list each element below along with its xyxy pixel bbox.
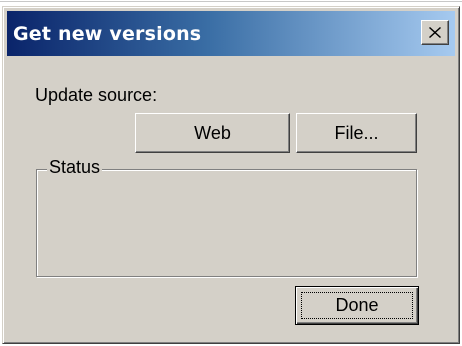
top-edge-line	[0, 1, 462, 2]
window-title: Get new versions	[13, 22, 202, 45]
file-button[interactable]: File...	[296, 113, 417, 153]
dialog-window: Get new versions Update source: Web File…	[2, 6, 460, 344]
web-button[interactable]: Web	[135, 113, 290, 153]
title-bar[interactable]: Get new versions	[7, 11, 455, 56]
close-icon	[429, 27, 441, 38]
update-source-label: Update source:	[35, 85, 158, 105]
status-group-label: Status	[47, 157, 103, 178]
status-group-box	[36, 169, 417, 277]
done-button-label: Done	[335, 295, 379, 315]
close-button[interactable]	[421, 20, 449, 45]
done-button[interactable]: Done	[295, 286, 419, 325]
